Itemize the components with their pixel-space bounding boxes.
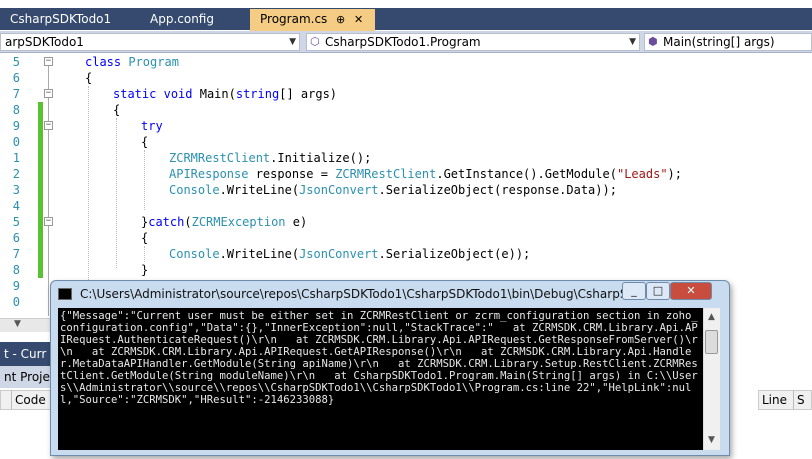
pin-icon[interactable]: ⊕ [336, 9, 345, 30]
line-number: 6 [12, 231, 20, 245]
tab-label: CsharpSDKTodo1 [10, 12, 112, 26]
line-number: 9 [12, 279, 20, 293]
collapse-icon[interactable]: − [44, 89, 53, 98]
line-number: 4 [12, 199, 20, 213]
line-number: 1 [12, 151, 20, 165]
line-number: 8 [12, 103, 20, 117]
line-number: 2 [12, 167, 20, 181]
code-line: { [141, 135, 149, 149]
class-dropdown[interactable]: ⬡ CsharpSDKTodo1.Program ▼ [306, 33, 640, 51]
member-dropdown[interactable]: ⬢ Main(string[] args) [644, 33, 812, 51]
chevron-down-icon: ▼ [289, 37, 296, 47]
tab-label: Program.cs [260, 12, 328, 26]
member-dropdown-value: Main(string[] args) [663, 35, 775, 49]
column-header-line[interactable]: Line [762, 391, 787, 409]
method-icon: ⬢ [648, 35, 658, 48]
code-line: try [141, 119, 163, 133]
project-dropdown-value: arpSDKTodo1 [5, 35, 84, 49]
column-header-s[interactable]: S [797, 391, 805, 409]
tab-app-config[interactable]: App.config [140, 9, 248, 30]
visual-studio-window: CsharpSDKTodo1 App.config Program.cs ⊕ ✕… [0, 0, 812, 459]
chevron-down-icon: ▼ [629, 37, 636, 47]
scroll-up-icon[interactable]: ▲ [703, 309, 720, 326]
line-number: 0 [12, 295, 20, 309]
maximize-button[interactable]: □ [646, 282, 670, 300]
line-number: 5 [12, 55, 20, 69]
line-number: 3 [12, 183, 20, 197]
scrollbar-thumb[interactable] [705, 330, 718, 354]
project-dropdown[interactable]: arpSDKTodo1 ▼ [0, 33, 300, 51]
tab-csharpsdktodo1[interactable]: CsharpSDKTodo1 [0, 9, 135, 30]
close-button[interactable]: ✕ [670, 282, 712, 300]
line-number: 0 [12, 135, 20, 149]
line-number: 7 [12, 247, 20, 261]
line-number: 8 [12, 263, 20, 277]
line-number: 7 [12, 87, 20, 101]
class-dropdown-value: CsharpSDKTodo1.Program [325, 35, 481, 49]
collapse-icon[interactable]: − [44, 57, 53, 66]
code-line: static void Main(string[] args) [113, 87, 338, 101]
column-divider [793, 391, 794, 409]
code-line: class Program [85, 55, 179, 69]
outline-line [48, 66, 49, 316]
collapse-icon[interactable]: − [44, 217, 53, 226]
change-indicator-bar [38, 102, 43, 278]
line-number: 6 [12, 71, 20, 85]
console-output-text: {"Message":"Current user must be either … [60, 310, 698, 406]
line-number: 9 [12, 119, 20, 133]
code-line: ZCRMRestClient.Initialize(); [169, 151, 372, 165]
collapse-icon[interactable]: − [44, 121, 53, 130]
code-line: } [141, 263, 149, 277]
code-line: Console.WriteLine(JsonConvert.SerializeO… [169, 183, 617, 197]
indent-guide [144, 150, 145, 210]
indent-guide [116, 118, 117, 268]
chevron-down-icon: ▼ [14, 319, 21, 329]
tab-label: App.config [150, 12, 214, 26]
code-line: { [141, 231, 149, 245]
minimize-button[interactable]: _ [622, 282, 646, 300]
tab-program-cs[interactable]: Program.cs ⊕ ✕ [250, 9, 375, 31]
code-line: { [113, 103, 121, 117]
code-line: Console.WriteLine(JsonConvert.SerializeO… [169, 247, 531, 261]
scroll-down-icon[interactable]: ▼ [703, 432, 720, 449]
column-divider [11, 391, 12, 409]
console-icon [58, 288, 72, 300]
error-list-header-right: Line S [758, 390, 812, 410]
indent-guide [144, 246, 145, 262]
right-panel-area [728, 318, 812, 459]
indent-guide [88, 86, 89, 286]
console-title: C:\Users\Administrator\source\repos\Csha… [80, 287, 640, 301]
class-icon: ⬡ [310, 35, 320, 48]
column-header-code[interactable]: Code [15, 391, 46, 409]
close-icon[interactable]: ✕ [354, 9, 363, 30]
line-number: 5 [12, 215, 20, 229]
code-line: APIResponse response = ZCRMRestClient.Ge… [169, 167, 682, 181]
code-line: }catch(ZCRMException e) [141, 215, 308, 229]
code-line: { [85, 71, 93, 85]
